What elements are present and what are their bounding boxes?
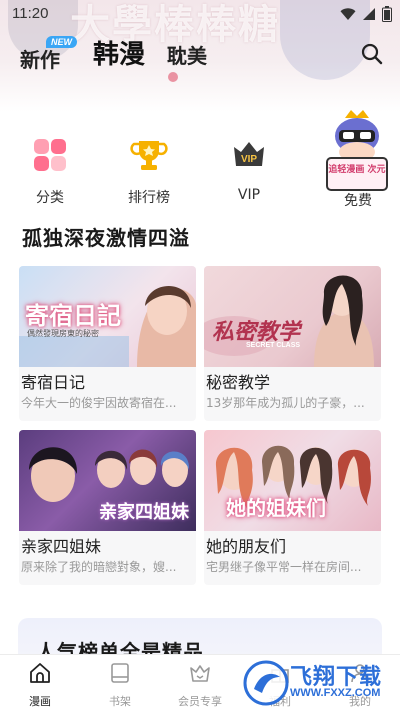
category-icon — [30, 135, 70, 175]
home-icon — [30, 663, 50, 683]
site-watermark: 飞翔下载 WWW.FXXZ.COM — [240, 655, 400, 710]
comic-cover: 寄宿日記 偶然發現房東的秘密 — [19, 266, 196, 367]
section-title: 孤独深夜激情四溢 — [22, 226, 190, 250]
comic-card[interactable]: 寄宿日記 偶然發現房東的秘密 寄宿日记 今年大一的俊宇因故寄宿在... — [19, 266, 196, 421]
tab-label: 会员专享 — [178, 695, 222, 708]
comic-title: 亲家四姐妹 — [21, 537, 102, 556]
quick-item-label: VIP — [237, 187, 261, 203]
comic-cover: 亲家四姐妹 — [19, 430, 196, 531]
quick-item-vip[interactable]: VIP VIP — [214, 135, 284, 203]
book-icon — [111, 663, 129, 683]
comic-title: 她的朋友们 — [206, 537, 287, 556]
comic-card[interactable]: 私密教学 SECRET CLASS 秘密教学 13岁那年成为孤儿的子豪，... — [204, 266, 381, 421]
cover-title: 她的姐妹们 — [226, 496, 326, 520]
status-time: 11:20 — [12, 5, 49, 22]
comic-description: 原来除了我的暗戀對象，嫂... — [21, 560, 177, 574]
tab-comics[interactable]: 漫画 — [10, 661, 70, 709]
crown-icon — [190, 665, 210, 682]
tab-label: 书架 — [109, 695, 131, 708]
comic-title: 秘密教学 — [206, 373, 271, 392]
tab-member-exclusive[interactable]: 会员专享 — [170, 661, 230, 709]
cell-signal-icon — [363, 8, 375, 20]
quick-item-category[interactable]: 分类 — [15, 135, 85, 207]
status-bar: 11:20 — [0, 0, 400, 28]
battery-icon — [382, 6, 392, 22]
quick-item-label: 排行榜 — [128, 190, 170, 206]
tab-bl-comics[interactable]: 耽美 — [167, 40, 207, 69]
quick-item-label: 分类 — [36, 190, 64, 206]
watermark-url: WWW.FXXZ.COM — [290, 687, 381, 699]
promo-label: 免费 — [344, 193, 372, 209]
cover-subtitle: SECRET CLASS — [246, 342, 301, 349]
vip-crown-icon: VIP — [229, 135, 269, 175]
cover-subtitle: 偶然發現房東的秘密 — [27, 329, 99, 338]
top-nav: 新作 NEW 韩漫 耽美 — [0, 28, 400, 80]
tab-label: 漫画 — [29, 695, 51, 708]
cover-title: 亲家四姐妹 — [99, 502, 189, 523]
comic-card[interactable]: 亲家四姐妹 亲家四姐妹 原来除了我的暗戀對象，嫂... — [19, 430, 196, 585]
watermark-logo-icon — [243, 660, 289, 706]
comic-description: 13岁那年成为孤儿的子豪，... — [206, 396, 365, 410]
comic-title: 寄宿日记 — [21, 373, 86, 392]
trophy-icon — [129, 135, 169, 175]
status-icons — [340, 6, 392, 22]
tab-bookshelf[interactable]: 书架 — [90, 661, 150, 709]
vip-icon-text: VIP — [241, 154, 257, 165]
quick-item-ranking[interactable]: 排行榜 — [114, 135, 184, 207]
cover-title: 寄宿日記 — [25, 302, 121, 330]
tab-new-works[interactable]: 新作 — [20, 44, 60, 73]
comic-card[interactable]: 她的姐妹们 她的朋友们 宅男继子像平常一样在房间... — [204, 430, 381, 585]
search-icon[interactable] — [360, 42, 384, 66]
comic-description: 宅男继子像平常一样在房间... — [206, 560, 362, 574]
comic-cover: 她的姐妹们 — [204, 430, 381, 531]
comic-cover: 私密教学 SECRET CLASS — [204, 266, 381, 367]
wifi-icon — [340, 8, 356, 20]
promo-sign-text: 追轻漫画 次元 — [328, 163, 385, 175]
new-badge: NEW — [46, 36, 77, 48]
comic-description: 今年大一的俊宇因故寄宿在... — [21, 396, 177, 410]
tab-korean-comics[interactable]: 韩漫 — [93, 34, 145, 71]
